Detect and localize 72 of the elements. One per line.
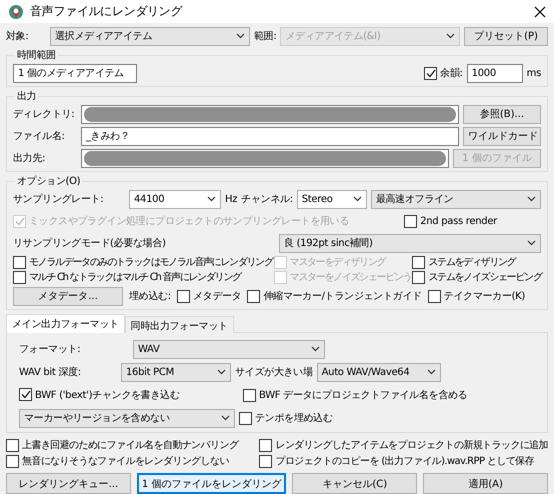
render-option-checkbox[interactable]: レンダリングしたアイテムをプロジェクトの新規トラックに追加 (259, 438, 548, 452)
unit-label: ms (526, 68, 541, 78)
chevron-icon (446, 33, 455, 39)
dialog-button[interactable]: レンダリングキュー... (6, 473, 131, 494)
render-option-checkbox[interactable]: 無音になりそうなファイルをレンダリングしない (6, 454, 238, 468)
chevron-icon (217, 369, 226, 375)
render-option-checkbox[interactable]: プロジェクトのコピーを (出力ファイル).wav.RPP として保存 (259, 454, 548, 468)
chevron-icon (207, 196, 216, 202)
tail-length-field[interactable]: 1000 (466, 64, 523, 82)
range-label: 範囲: (254, 30, 276, 43)
format-tab[interactable]: 同時出力フォーマット (124, 316, 234, 333)
bwf-checkbox[interactable]: BWF ('bext')チャンクを書き込む (19, 388, 180, 402)
filename-field[interactable]: _きみわ？ (81, 126, 459, 146)
destination-label: 出力先: (13, 152, 46, 165)
target-dropdown[interactable]: 選択メディアアイテム (50, 26, 250, 46)
sample-rate-dropdown[interactable]: 44100 (129, 190, 221, 208)
bit-depth-label: WAV bit 深度: (19, 366, 82, 379)
markers-dropdown[interactable]: マーカーやリージョンを含めない (19, 408, 235, 428)
close-icon[interactable] (534, 6, 546, 18)
bit-depth-dropdown[interactable]: 16bit PCM (121, 362, 231, 382)
metadata-button[interactable]: メタデータ... (13, 286, 123, 306)
group-title: 時間範囲 (16, 48, 57, 62)
group-title: オプション(O) (16, 174, 82, 188)
checkmark-icon (14, 216, 24, 226)
directory-label: ディレクトリ: (13, 108, 76, 121)
chevron-icon (311, 346, 320, 352)
filename-label: ファイル名: (13, 130, 66, 143)
format-dropdown[interactable]: WAV (133, 340, 325, 358)
second-pass-checkbox[interactable]: 2nd pass render (404, 214, 497, 228)
chevron-icon (221, 415, 230, 421)
embed-checkbox[interactable]: テイクマーカー(K) (428, 289, 526, 303)
render-option-checkbox[interactable]: ステムをノイズシェーピング (412, 270, 542, 284)
chevron-icon (527, 240, 536, 246)
sample-rate-label: サンプリングレート: (13, 192, 104, 206)
large-file-dropdown[interactable]: Auto WAV/Wave64 (316, 362, 441, 382)
chevron-icon (236, 33, 245, 39)
resample-dropdown[interactable]: 良 (192pt sinc補間) (279, 234, 541, 252)
chevron-icon (527, 196, 536, 202)
checkmark-icon (426, 68, 436, 78)
dialog-button[interactable]: キャンセル(C) (292, 473, 418, 494)
checkmark-icon (20, 390, 30, 400)
preset-button[interactable]: プリセット(P) (464, 26, 548, 46)
browse-button[interactable]: 参照(B)... (463, 104, 541, 124)
embed-checkbox[interactable]: 伸縮マーカー/トランジェントガイド (247, 289, 422, 303)
large-file-label: サイズが大きい場 (235, 366, 313, 379)
wildcard-button[interactable]: ワイルドカード (463, 126, 541, 146)
time-range-field[interactable]: 1 個のメディアアイテム (13, 64, 137, 82)
format-tab[interactable]: メイン出力フォーマット (6, 314, 125, 333)
embed-label: 埋め込む: (129, 290, 171, 303)
chevron-icon (352, 196, 362, 202)
bwf-project-checkbox[interactable]: BWF データにプロジェクトファイル名を含める (243, 388, 468, 402)
embed-checkbox[interactable]: メタデータ (176, 289, 242, 303)
tempo-checkbox[interactable]: テンポを埋め込む (239, 411, 333, 425)
tail-checkbox[interactable]: 余韻: (424, 66, 463, 80)
resample-label: リサンプリングモード(必要な場合) (13, 236, 166, 250)
render-speed-dropdown[interactable]: 最高速オフライン (370, 190, 541, 208)
app-logo-icon (8, 4, 24, 20)
format-label: フォーマット: (19, 343, 82, 356)
render-option-checkbox[interactable]: ステムをディザリング (412, 255, 542, 269)
render-option-checkbox[interactable]: 上書き回避のためにファイル名を自動ナンバリング (6, 438, 238, 452)
render-option-checkbox[interactable]: マルチ Ch なトラックはマルチ Ch 音声にレンダリング (13, 270, 273, 284)
chevron-icon (426, 369, 436, 375)
dialog-button[interactable]: 1 個のファイルをレンダリング (136, 473, 286, 494)
unit-label: Hz (225, 194, 238, 204)
window-title: 音声ファイルにレンダリング (30, 3, 184, 20)
directory-field[interactable] (81, 104, 459, 124)
channel-label: チャンネル: (241, 193, 293, 206)
render-option-checkbox[interactable]: モノラルデータのみのトラックはモノラル音声にレンダリング (13, 255, 273, 269)
target-label: 対象: (6, 30, 30, 43)
channel-dropdown[interactable]: Stereo (296, 190, 367, 208)
group-title: 出力 (16, 90, 38, 103)
dialog-button[interactable]: 適用(A) (423, 473, 548, 494)
